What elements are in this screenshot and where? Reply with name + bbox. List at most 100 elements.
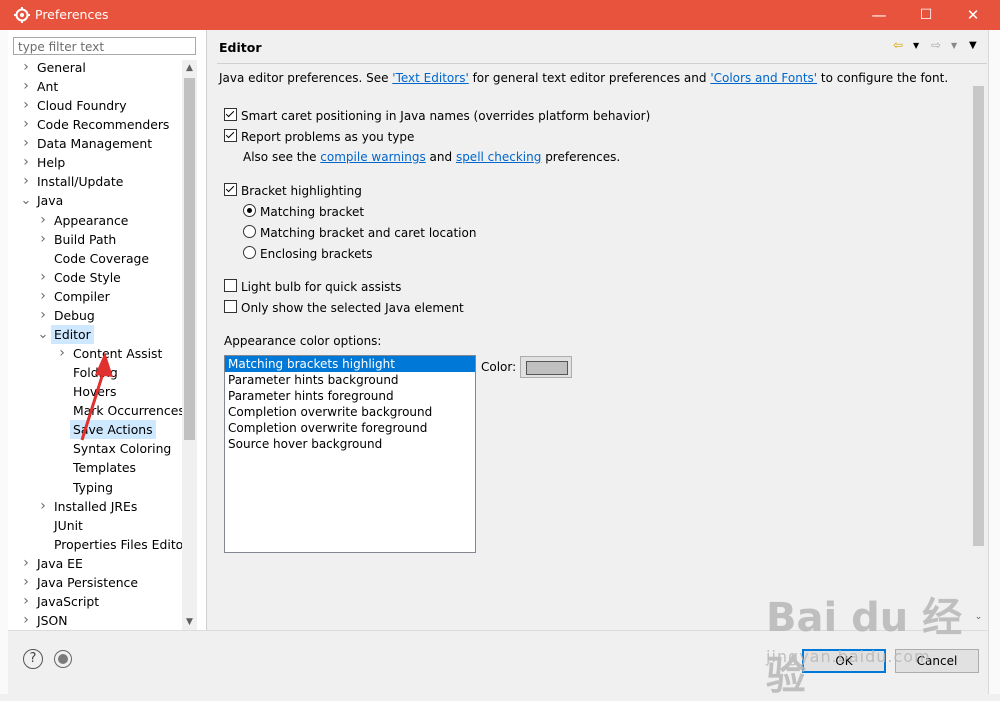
tree-item[interactable]: Properties Files Editor: [8, 535, 186, 554]
chevron-right-icon[interactable]: ›: [20, 611, 32, 630]
view-menu-icon[interactable]: ▼: [969, 40, 977, 51]
tree-scroll-thumb[interactable]: [184, 78, 195, 440]
chevron-right-icon[interactable]: ›: [56, 344, 68, 363]
chevron-right-icon[interactable]: ›: [20, 58, 32, 77]
page-scrollbar[interactable]: ⌄: [971, 84, 986, 626]
spell-checking-link[interactable]: spell checking: [456, 150, 541, 164]
filter-input[interactable]: type filter text: [13, 37, 196, 55]
chevron-right-icon[interactable]: ›: [20, 172, 32, 191]
tree-item[interactable]: › Cloud Foundry: [8, 96, 186, 115]
chevron-right-icon[interactable]: ›: [20, 554, 32, 573]
tree-item[interactable]: ⌄ Editor: [8, 324, 186, 344]
only-show-selected-checkbox[interactable]: Only show the selected Java element: [224, 300, 464, 316]
tree-item-label: Java Persistence: [37, 574, 138, 590]
tree-item-label: Save Actions: [70, 420, 156, 440]
help-icon[interactable]: ?: [23, 649, 43, 669]
colors-and-fonts-link[interactable]: 'Colors and Fonts': [710, 71, 817, 85]
tree-item[interactable]: Code Coverage: [8, 249, 186, 268]
tree-item[interactable]: Folding: [8, 363, 186, 382]
tree-item-label: JUnit: [54, 517, 83, 533]
chevron-down-icon[interactable]: ⌄: [20, 191, 32, 210]
chevron-right-icon[interactable]: ›: [37, 211, 49, 230]
forward-arrow-icon[interactable]: ⇨: [931, 38, 941, 52]
chevron-right-icon[interactable]: ›: [37, 497, 49, 516]
tree-item[interactable]: › Debug: [8, 306, 186, 325]
chevron-right-icon[interactable]: ›: [37, 230, 49, 249]
enclosing-brackets-radio[interactable]: Enclosing brackets: [243, 246, 372, 262]
checkbox-checked-icon[interactable]: [224, 108, 237, 121]
tree-item[interactable]: ⌄ Java: [8, 191, 186, 210]
close-button[interactable]: ✕: [950, 0, 996, 30]
tree-item[interactable]: › Data Management: [8, 134, 186, 153]
chevron-right-icon[interactable]: ›: [20, 96, 32, 115]
color-option[interactable]: Matching brackets highlight: [225, 356, 475, 372]
tree-item[interactable]: › Appearance: [8, 211, 186, 230]
tree-item[interactable]: › Installed JREs: [8, 497, 186, 516]
tree-item-label: Typing: [73, 479, 113, 495]
tree-scrollbar[interactable]: ▲ ▼: [182, 60, 197, 630]
minimize-button[interactable]: —: [856, 0, 902, 30]
radio-selected-icon[interactable]: [243, 204, 256, 217]
tree-item[interactable]: › Java EE: [8, 554, 186, 573]
chevron-right-icon[interactable]: ›: [20, 77, 32, 96]
preferences-tree: › General › Ant › Cloud Foundry › Code Recommen…: [8, 58, 186, 630]
radio-unselected-icon[interactable]: [243, 225, 256, 238]
bracket-highlighting-checkbox[interactable]: Bracket highlighting: [224, 183, 362, 199]
color-option[interactable]: Parameter hints foreground: [225, 388, 475, 404]
matching-bracket-caret-radio[interactable]: Matching bracket and caret location: [243, 225, 476, 241]
tree-item[interactable]: Templates: [8, 458, 186, 477]
checkbox-unchecked-icon[interactable]: [224, 300, 237, 313]
checkbox-checked-icon[interactable]: [224, 129, 237, 142]
forward-dropdown-icon[interactable]: ▼: [951, 41, 957, 50]
chevron-right-icon[interactable]: ›: [37, 268, 49, 287]
tree-item[interactable]: Save Actions: [8, 420, 186, 440]
maximize-button[interactable]: ☐: [903, 0, 949, 30]
text-editors-link[interactable]: 'Text Editors': [392, 71, 468, 85]
record-icon[interactable]: [54, 650, 72, 668]
tree-item[interactable]: › Help: [8, 153, 186, 172]
back-arrow-icon[interactable]: ⇦: [893, 38, 903, 52]
tree-item[interactable]: Typing: [8, 478, 186, 497]
chevron-right-icon[interactable]: ›: [20, 134, 32, 153]
chevron-down-icon[interactable]: ⌄: [37, 325, 49, 344]
tree-item[interactable]: › JSON: [8, 611, 186, 630]
tree-item[interactable]: › Code Recommenders: [8, 115, 186, 134]
chevron-right-icon[interactable]: ›: [20, 573, 32, 592]
color-option[interactable]: Parameter hints background: [225, 372, 475, 388]
tree-item[interactable]: › Compiler: [8, 287, 186, 306]
chevron-right-icon[interactable]: ›: [37, 287, 49, 306]
tree-item[interactable]: Syntax Coloring: [8, 439, 186, 458]
scroll-down-icon[interactable]: ▼: [182, 614, 197, 630]
scroll-up-icon[interactable]: ▲: [182, 60, 197, 76]
light-bulb-checkbox[interactable]: Light bulb for quick assists: [224, 279, 401, 295]
page-scroll-thumb[interactable]: [973, 86, 984, 546]
tree-item[interactable]: › Content Assist: [8, 344, 186, 363]
checkbox-unchecked-icon[interactable]: [224, 279, 237, 292]
tree-item[interactable]: › General: [8, 58, 186, 77]
tree-item[interactable]: › Install/Update: [8, 172, 186, 191]
chevron-right-icon[interactable]: ›: [20, 592, 32, 611]
color-option[interactable]: Completion overwrite background: [225, 404, 475, 420]
tree-item[interactable]: › Ant: [8, 77, 186, 96]
back-dropdown-icon[interactable]: ▼: [913, 41, 919, 50]
tree-item[interactable]: JUnit: [8, 516, 186, 535]
chevron-right-icon[interactable]: ›: [37, 306, 49, 325]
chevron-right-icon[interactable]: ›: [20, 115, 32, 134]
color-option[interactable]: Completion overwrite foreground: [225, 420, 475, 436]
tree-item[interactable]: Mark Occurrences: [8, 401, 186, 420]
color-picker-button[interactable]: [520, 356, 572, 378]
compile-warnings-link[interactable]: compile warnings: [320, 150, 425, 164]
radio-unselected-icon[interactable]: [243, 246, 256, 259]
tree-item[interactable]: › Java Persistence: [8, 573, 186, 592]
tree-item[interactable]: › Build Path: [8, 230, 186, 249]
checkbox-checked-icon[interactable]: [224, 183, 237, 196]
smart-caret-checkbox[interactable]: Smart caret positioning in Java names (o…: [224, 108, 650, 124]
color-option[interactable]: Source hover background: [225, 436, 475, 452]
tree-item[interactable]: › JavaScript: [8, 592, 186, 611]
chevron-right-icon[interactable]: ›: [20, 153, 32, 172]
report-problems-checkbox[interactable]: Report problems as you type: [224, 129, 414, 145]
matching-bracket-radio[interactable]: Matching bracket: [243, 204, 364, 220]
tree-item[interactable]: Hovers: [8, 382, 186, 401]
appearance-color-list[interactable]: Matching brackets highlight Parameter hin…: [224, 355, 476, 553]
tree-item[interactable]: › Code Style: [8, 268, 186, 287]
